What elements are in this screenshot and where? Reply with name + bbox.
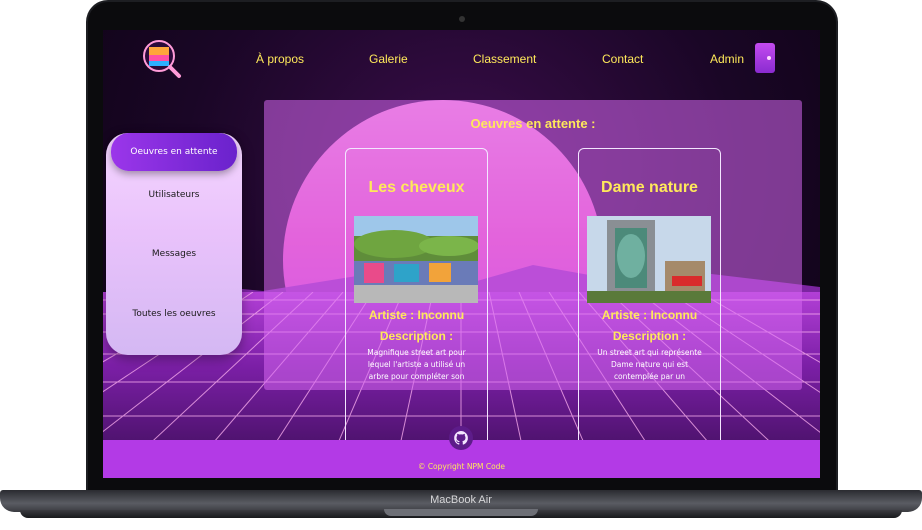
artwork-description-label: Description : bbox=[379, 329, 454, 343]
sidebar-item-messages[interactable]: Messages bbox=[106, 249, 242, 259]
artwork-title: Dame nature bbox=[601, 179, 698, 196]
website-screen: À propos Galerie Classement Contact Admi… bbox=[103, 30, 820, 478]
artwork-artist: Artiste : Inconnu bbox=[368, 308, 465, 322]
nav-link-contact[interactable]: Contact bbox=[602, 52, 643, 66]
site-logo-icon[interactable] bbox=[141, 38, 183, 80]
logout-door-icon[interactable] bbox=[755, 43, 775, 73]
github-icon[interactable] bbox=[449, 426, 473, 450]
laptop-brand-label: MacBook Air bbox=[430, 494, 492, 506]
top-navbar: À propos Galerie Classement Contact Admi… bbox=[103, 30, 820, 92]
artwork-card[interactable]: Les cheveux Artiste : Inconnu Descriptio… bbox=[345, 148, 488, 450]
nav-link-galerie[interactable]: Galerie bbox=[369, 52, 408, 66]
nav-link-classement[interactable]: Classement bbox=[473, 52, 536, 66]
artwork-artist: Artiste : Inconnu bbox=[601, 308, 698, 322]
nav-link-a-propos[interactable]: À propos bbox=[256, 52, 304, 66]
artwork-description: Un street art qui représente Dame nature… bbox=[597, 348, 702, 381]
artwork-title: Les cheveux bbox=[368, 179, 465, 196]
nav-link-admin[interactable]: Admin bbox=[710, 52, 744, 66]
webcam bbox=[459, 16, 465, 22]
copyright-text: © Copyright NPM Code bbox=[417, 462, 506, 471]
sidebar-item-utilisateurs[interactable]: Utilisateurs bbox=[106, 190, 242, 200]
artwork-image bbox=[587, 216, 711, 303]
sidebar-item-toutes-les-oeuvres[interactable]: Toutes les oeuvres bbox=[106, 309, 242, 319]
sidebar-item-oeuvres-en-attente[interactable]: Oeuvres en attente bbox=[111, 133, 237, 171]
artwork-card[interactable]: Dame nature Artiste : Inconnu Descriptio… bbox=[578, 148, 721, 450]
artwork-description: Magnifique street art pour lequel l'arti… bbox=[367, 348, 466, 381]
laptop-notch bbox=[384, 509, 538, 516]
artwork-description-label: Description : bbox=[612, 329, 687, 343]
panel-title: Oeuvres en attente : bbox=[470, 116, 596, 131]
artwork-image bbox=[354, 216, 478, 303]
